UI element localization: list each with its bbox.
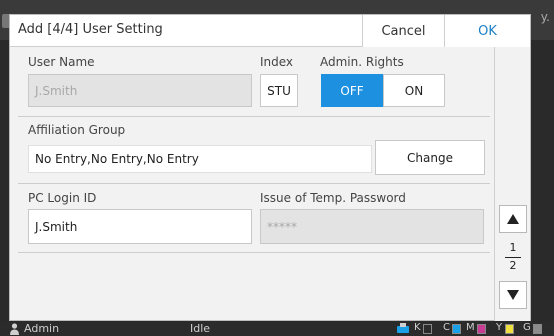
dialog-header: Add [4/4] User Setting Cancel OK: [10, 15, 530, 47]
ink-g-label: G: [523, 322, 531, 333]
ink-c-label: C: [443, 322, 450, 333]
change-button[interactable]: Change: [375, 140, 485, 175]
dialog-title: Add [4/4] User Setting: [18, 22, 163, 37]
admin-rights-on-button[interactable]: ON: [383, 74, 445, 107]
background-app-text: y.: [540, 10, 550, 24]
admin-rights-label: Admin. Rights: [320, 55, 404, 69]
ink-g-level: [533, 324, 542, 334]
page-scroll-panel: 1 2: [494, 47, 530, 321]
affiliation-group-label: Affiliation Group: [28, 123, 126, 137]
affiliation-group-field: No Entry,No Entry,No Entry: [28, 145, 372, 173]
section-divider: [18, 252, 490, 253]
status-state: Idle: [190, 322, 211, 335]
triangle-up-icon: [507, 214, 519, 224]
scroll-down-button[interactable]: [499, 281, 527, 309]
admin-rights-off-button[interactable]: OFF: [321, 74, 383, 107]
ink-k-label: K: [414, 322, 421, 333]
ink-y-label: Y: [496, 322, 503, 333]
page-total: 2: [509, 259, 517, 272]
ink-k-level: [423, 324, 432, 334]
ink-c-level: [452, 324, 461, 334]
user-name-field: J.Smith: [28, 74, 252, 107]
page-current: 1: [509, 241, 517, 254]
ink-y-level: [505, 324, 514, 334]
user-name-label: User Name: [28, 55, 95, 69]
page-separator: [505, 257, 521, 258]
index-label: Index: [260, 55, 294, 69]
ink-m-level: [477, 324, 486, 334]
index-button[interactable]: STU: [260, 74, 298, 107]
printer-icon: [397, 323, 409, 333]
ink-m-label: M: [466, 322, 475, 333]
scroll-up-button[interactable]: [499, 205, 527, 233]
status-user: Admin: [24, 322, 60, 335]
ok-button[interactable]: OK: [444, 15, 530, 47]
temp-password-field: *****: [260, 209, 484, 244]
temp-password-label: Issue of Temp. Password: [260, 191, 406, 205]
user-setting-dialog: Add [4/4] User Setting Cancel OK User Na…: [9, 14, 531, 321]
user-icon: [10, 323, 19, 335]
triangle-down-icon: [507, 290, 519, 300]
section-divider: [18, 116, 490, 117]
pc-login-id-input[interactable]: J.Smith: [28, 209, 252, 244]
cancel-button[interactable]: Cancel: [362, 15, 444, 47]
pc-login-id-label: PC Login ID: [28, 191, 97, 205]
section-divider: [18, 183, 490, 184]
status-bar: Admin Idle K C M Y G: [0, 322, 554, 336]
